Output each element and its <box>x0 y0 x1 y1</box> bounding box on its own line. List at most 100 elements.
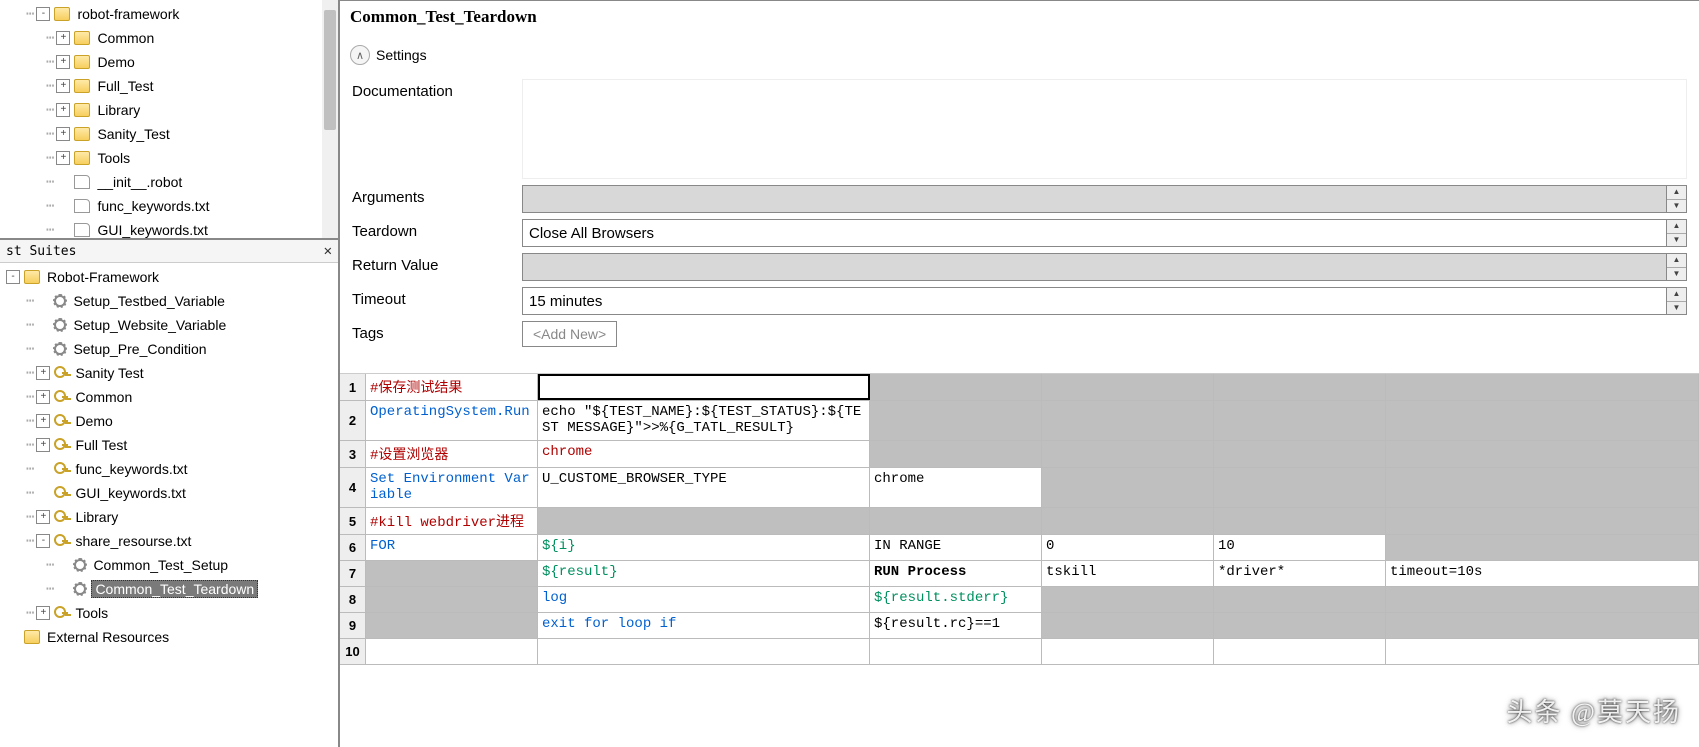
tree-item[interactable]: ⋯GUI_keywords.txt <box>0 218 338 240</box>
grid-cell[interactable] <box>1214 639 1386 664</box>
grid-cell[interactable]: RUN Process <box>870 561 1042 586</box>
grid-cell[interactable]: chrome <box>538 441 870 467</box>
row-number[interactable]: 5 <box>340 508 366 534</box>
grid-cell[interactable] <box>1386 441 1699 467</box>
row-number[interactable]: 7 <box>340 561 366 586</box>
tree-item[interactable]: ⋯Common_Test_Setup <box>0 553 338 577</box>
grid-cell[interactable]: *driver* <box>1214 561 1386 586</box>
grid-cell[interactable] <box>1042 587 1214 612</box>
tree-item[interactable]: ⋯+Demo <box>0 409 338 433</box>
row-number[interactable]: 3 <box>340 441 366 467</box>
tree-item[interactable]: ⋯+Common <box>0 26 338 50</box>
tree-item[interactable]: ⋯+Sanity_Test <box>0 122 338 146</box>
grid-cell[interactable] <box>1386 401 1699 440</box>
tree-item[interactable]: ⋯GUI_keywords.txt <box>0 481 338 505</box>
grid-cell[interactable]: #kill webdriver进程 <box>366 508 538 534</box>
scrollbar-vertical[interactable] <box>322 0 338 238</box>
collapse-icon[interactable]: - <box>36 7 50 21</box>
arguments-field[interactable] <box>522 185 1667 213</box>
expand-icon[interactable]: + <box>36 414 50 428</box>
grid-cell[interactable]: #保存测试结果 <box>366 374 538 400</box>
expand-icon[interactable]: + <box>36 366 50 380</box>
grid-cell[interactable] <box>1214 468 1386 507</box>
timeout-field[interactable]: 15 minutes <box>522 287 1667 315</box>
tree-item[interactable]: ⋯+Demo <box>0 50 338 74</box>
grid-cell[interactable]: FOR <box>366 535 538 560</box>
tree-item[interactable]: ⋯+Full Test <box>0 433 338 457</box>
expand-icon[interactable]: + <box>56 151 70 165</box>
grid-cell[interactable]: U_CUSTOME_BROWSER_TYPE <box>538 468 870 507</box>
grid-cell[interactable] <box>1042 468 1214 507</box>
grid-cell[interactable] <box>366 613 538 638</box>
grid-cell[interactable]: 10 <box>1214 535 1386 560</box>
grid-cell[interactable] <box>870 441 1042 467</box>
grid-cell[interactable] <box>1214 613 1386 638</box>
grid-cell[interactable] <box>1042 374 1214 400</box>
teardown-spinner[interactable]: ▲▼ <box>1667 219 1687 247</box>
grid-cell[interactable]: ${result.rc}==1 <box>870 613 1042 638</box>
grid-cell[interactable] <box>870 639 1042 664</box>
grid-cell[interactable] <box>1386 468 1699 507</box>
grid-cell[interactable] <box>1214 401 1386 440</box>
grid-cell[interactable]: timeout=10s <box>1386 561 1699 586</box>
grid-cell[interactable]: exit for loop if <box>538 613 870 638</box>
tree-item[interactable]: ⋯Common_Test_Teardown <box>0 577 338 601</box>
row-number[interactable]: 1 <box>340 374 366 400</box>
tree-item[interactable]: External Resources <box>0 625 338 649</box>
grid-cell[interactable] <box>870 508 1042 534</box>
tree-item[interactable]: ⋯+Library <box>0 98 338 122</box>
collapse-icon[interactable]: - <box>6 270 20 284</box>
expand-icon[interactable]: + <box>36 438 50 452</box>
row-number[interactable]: 9 <box>340 613 366 638</box>
documentation-field[interactable] <box>522 79 1687 179</box>
grid-cell[interactable]: 0 <box>1042 535 1214 560</box>
grid-cell[interactable] <box>366 587 538 612</box>
grid-cell[interactable] <box>538 374 870 400</box>
tree-item[interactable]: -Robot-Framework <box>0 265 338 289</box>
tree-item[interactable]: ⋯Setup_Pre_Condition <box>0 337 338 361</box>
return-spinner[interactable]: ▲▼ <box>1667 253 1687 281</box>
tree-item[interactable]: ⋯+Tools <box>0 146 338 170</box>
tree-item[interactable]: ⋯func_keywords.txt <box>0 457 338 481</box>
teardown-field[interactable]: Close All Browsers <box>522 219 1667 247</box>
tree-item[interactable]: ⋯+Sanity Test <box>0 361 338 385</box>
grid-cell[interactable]: ${i} <box>538 535 870 560</box>
grid-cell[interactable] <box>1214 441 1386 467</box>
grid-cell[interactable] <box>1386 587 1699 612</box>
grid-cell[interactable]: echo "${TEST_NAME}:${TEST_STATUS}:${TEST… <box>538 401 870 440</box>
tree-item[interactable]: ⋯__init__.robot <box>0 170 338 194</box>
grid-cell[interactable] <box>1042 639 1214 664</box>
grid-cell[interactable] <box>870 374 1042 400</box>
grid-cell[interactable]: #设置浏览器 <box>366 441 538 467</box>
add-tag-button[interactable]: <Add New> <box>522 321 617 347</box>
collapse-icon[interactable]: - <box>36 534 50 548</box>
grid-cell[interactable]: Set Environment Variable <box>366 468 538 507</box>
grid-cell[interactable] <box>1386 613 1699 638</box>
grid-cell[interactable]: IN RANGE <box>870 535 1042 560</box>
timeout-spinner[interactable]: ▲▼ <box>1667 287 1687 315</box>
grid-cell[interactable] <box>1386 535 1699 560</box>
expand-icon[interactable]: + <box>36 390 50 404</box>
grid-cell[interactable] <box>538 508 870 534</box>
grid-cell[interactable] <box>538 639 870 664</box>
tree-item[interactable]: ⋯-robot-framework <box>0 2 338 26</box>
tree-item[interactable]: ⋯+Tools <box>0 601 338 625</box>
tree-item[interactable]: ⋯Setup_Testbed_Variable <box>0 289 338 313</box>
grid-cell[interactable] <box>366 561 538 586</box>
row-number[interactable]: 4 <box>340 468 366 507</box>
grid-cell[interactable] <box>1214 587 1386 612</box>
tree-item[interactable]: ⋯Setup_Website_Variable <box>0 313 338 337</box>
expand-icon[interactable]: + <box>56 103 70 117</box>
grid-cell[interactable] <box>1042 401 1214 440</box>
grid-cell[interactable]: ${result.stderr} <box>870 587 1042 612</box>
row-number[interactable]: 8 <box>340 587 366 612</box>
tree-item[interactable]: ⋯func_keywords.txt <box>0 194 338 218</box>
grid-cell[interactable] <box>870 401 1042 440</box>
return-value-field[interactable] <box>522 253 1667 281</box>
row-number[interactable]: 10 <box>340 639 366 664</box>
expand-icon[interactable]: + <box>36 606 50 620</box>
expand-icon[interactable]: + <box>56 127 70 141</box>
grid-cell[interactable]: OperatingSystem.Run <box>366 401 538 440</box>
tree-item[interactable]: ⋯+Library <box>0 505 338 529</box>
grid-cell[interactable] <box>1214 374 1386 400</box>
